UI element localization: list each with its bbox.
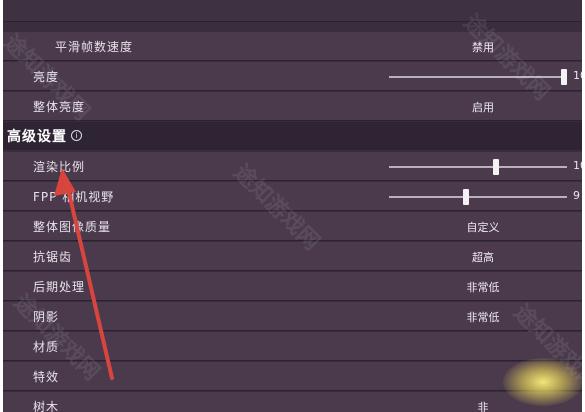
setting-row-overall-brightness[interactable]: 整体亮度 启用	[3, 92, 582, 121]
setting-row-shadows[interactable]: 阴影 非常低	[3, 302, 582, 331]
setting-label: 渲染比例	[33, 160, 86, 174]
settings-panel: 平滑帧数速度 禁用 亮度 10 整体亮度 启用 高级设置 i 渲染比例 10 F…	[3, 0, 582, 412]
setting-label: 整体图像质量	[33, 220, 112, 234]
slider-thumb[interactable]	[463, 189, 469, 205]
setting-row-foliage[interactable]: 树木 非	[3, 392, 582, 412]
setting-row-fpp-fov[interactable]: FPP 相机视野 9	[3, 182, 582, 211]
setting-row-textures[interactable]: 材质	[3, 332, 582, 361]
setting-label: 平滑帧数速度	[55, 40, 134, 54]
setting-row-anti-aliasing[interactable]: 抗锯齿 超高	[3, 242, 582, 271]
slider-thumb[interactable]	[561, 69, 567, 85]
setting-row-brightness[interactable]: 亮度 10	[3, 62, 582, 91]
partial-row-top	[3, 0, 582, 22]
setting-value[interactable]: 非	[443, 399, 523, 412]
slider-value: 10	[573, 69, 582, 82]
setting-label: 材质	[33, 340, 60, 354]
setting-label: FPP 相机视野	[33, 190, 115, 204]
setting-value[interactable]: 超高	[443, 249, 523, 265]
setting-row-post-processing[interactable]: 后期处理 非常低	[3, 272, 582, 301]
section-title: 高级设置	[7, 129, 67, 145]
setting-label: 特效	[33, 370, 60, 384]
setting-label: 阴影	[33, 310, 60, 324]
slider-value: 10	[573, 159, 582, 172]
setting-value[interactable]: 启用	[443, 99, 523, 115]
setting-label: 亮度	[33, 70, 60, 84]
setting-value[interactable]: 非常低	[443, 309, 523, 325]
info-icon[interactable]: i	[71, 130, 82, 141]
setting-value[interactable]: 自定义	[443, 219, 523, 235]
setting-label: 整体亮度	[33, 100, 86, 114]
setting-row-image-quality[interactable]: 整体图像质量 自定义	[3, 212, 582, 241]
brightness-slider[interactable]	[389, 69, 567, 85]
setting-value[interactable]: 非常低	[443, 279, 523, 295]
render-scale-slider[interactable]	[389, 159, 567, 175]
setting-row-render-scale[interactable]: 渲染比例 10	[3, 152, 582, 181]
setting-row-effects[interactable]: 特效	[3, 362, 582, 391]
setting-value[interactable]: 禁用	[443, 39, 523, 55]
setting-row-smooth-framerate[interactable]: 平滑帧数速度 禁用	[3, 32, 582, 61]
fpp-fov-slider[interactable]	[389, 189, 567, 205]
slider-value: 9	[573, 189, 580, 202]
slider-thumb[interactable]	[493, 159, 499, 175]
setting-label: 抗锯齿	[33, 250, 73, 264]
advanced-settings-header: 高级设置 i	[3, 122, 582, 150]
setting-label: 树木	[33, 400, 60, 412]
setting-label: 后期处理	[33, 280, 86, 294]
